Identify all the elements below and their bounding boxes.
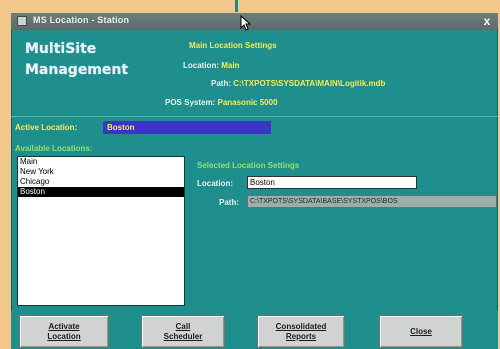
close-button[interactable]: Close (379, 315, 463, 348)
top-edge-marker (235, 0, 238, 12)
list-item[interactable]: New York (18, 167, 184, 177)
reports-label-1: Consolidated (275, 321, 327, 331)
title-bar[interactable]: MS Location - Station x (11, 13, 498, 30)
main-pos-value: Panasonic 5000 (217, 98, 278, 107)
main-path-label: Path: (211, 79, 231, 88)
app-icon (17, 16, 27, 26)
close-window-icon[interactable]: x (480, 14, 494, 28)
activate-location-button[interactable]: Activate Location (19, 315, 109, 348)
main-location-label: Location: (183, 61, 219, 70)
window-title: MS Location - Station (33, 15, 130, 25)
selected-settings-heading: Selected Location Settings (197, 161, 300, 170)
main-location-value: Main (221, 61, 240, 70)
section-divider (11, 116, 498, 117)
activate-label-2: Location (47, 331, 81, 341)
main-pos-label: POS System: (165, 98, 216, 107)
available-locations-list[interactable]: Main New York Chicago Boston (17, 156, 185, 306)
main-pos-row: POS System: Panasonic 5000 (165, 98, 278, 107)
call-scheduler-button[interactable]: Call Scheduler (141, 315, 225, 348)
activate-label-1: Activate (48, 321, 80, 331)
selected-location-input[interactable]: Boston (247, 176, 417, 189)
active-location-value: Boston (103, 121, 271, 134)
close-label: Close (410, 326, 432, 336)
main-path-row: Path: C:\TXPOTS\SYSDATA\MAIN\Logitik.mdb (211, 79, 385, 88)
brand-logo: MultiSite Management (25, 39, 128, 81)
selected-location-label: Location: (197, 179, 233, 188)
arrow-cursor-icon (240, 15, 252, 31)
scheduler-label-2: Scheduler (163, 331, 203, 341)
selected-path-label: Path: (219, 198, 239, 207)
available-locations-label: Available Locations: (15, 144, 93, 153)
active-location-label: Active Location: (15, 123, 78, 132)
list-item[interactable]: Main (18, 157, 184, 167)
list-item[interactable]: Boston (18, 187, 184, 197)
main-settings-heading: Main Location Settings (189, 41, 277, 50)
reports-label-2: Reports (285, 331, 317, 341)
multisite-window: MS Location - Station x MultiSite Manage… (11, 13, 498, 349)
main-location-row: Location: Main (183, 61, 239, 70)
brand-line-1: MultiSite (25, 41, 97, 57)
consolidated-reports-button[interactable]: Consolidated Reports (257, 315, 345, 348)
list-item[interactable]: Chicago (18, 177, 184, 187)
main-path-value: C:\TXPOTS\SYSDATA\MAIN\Logitik.mdb (233, 79, 386, 88)
selected-path-field: C:\TXPOTS\SYSDATA\BASE\SYSTXPOS\BOS (247, 195, 497, 208)
brand-line-2: Management (25, 62, 129, 78)
scheduler-label-1: Call (175, 321, 191, 331)
